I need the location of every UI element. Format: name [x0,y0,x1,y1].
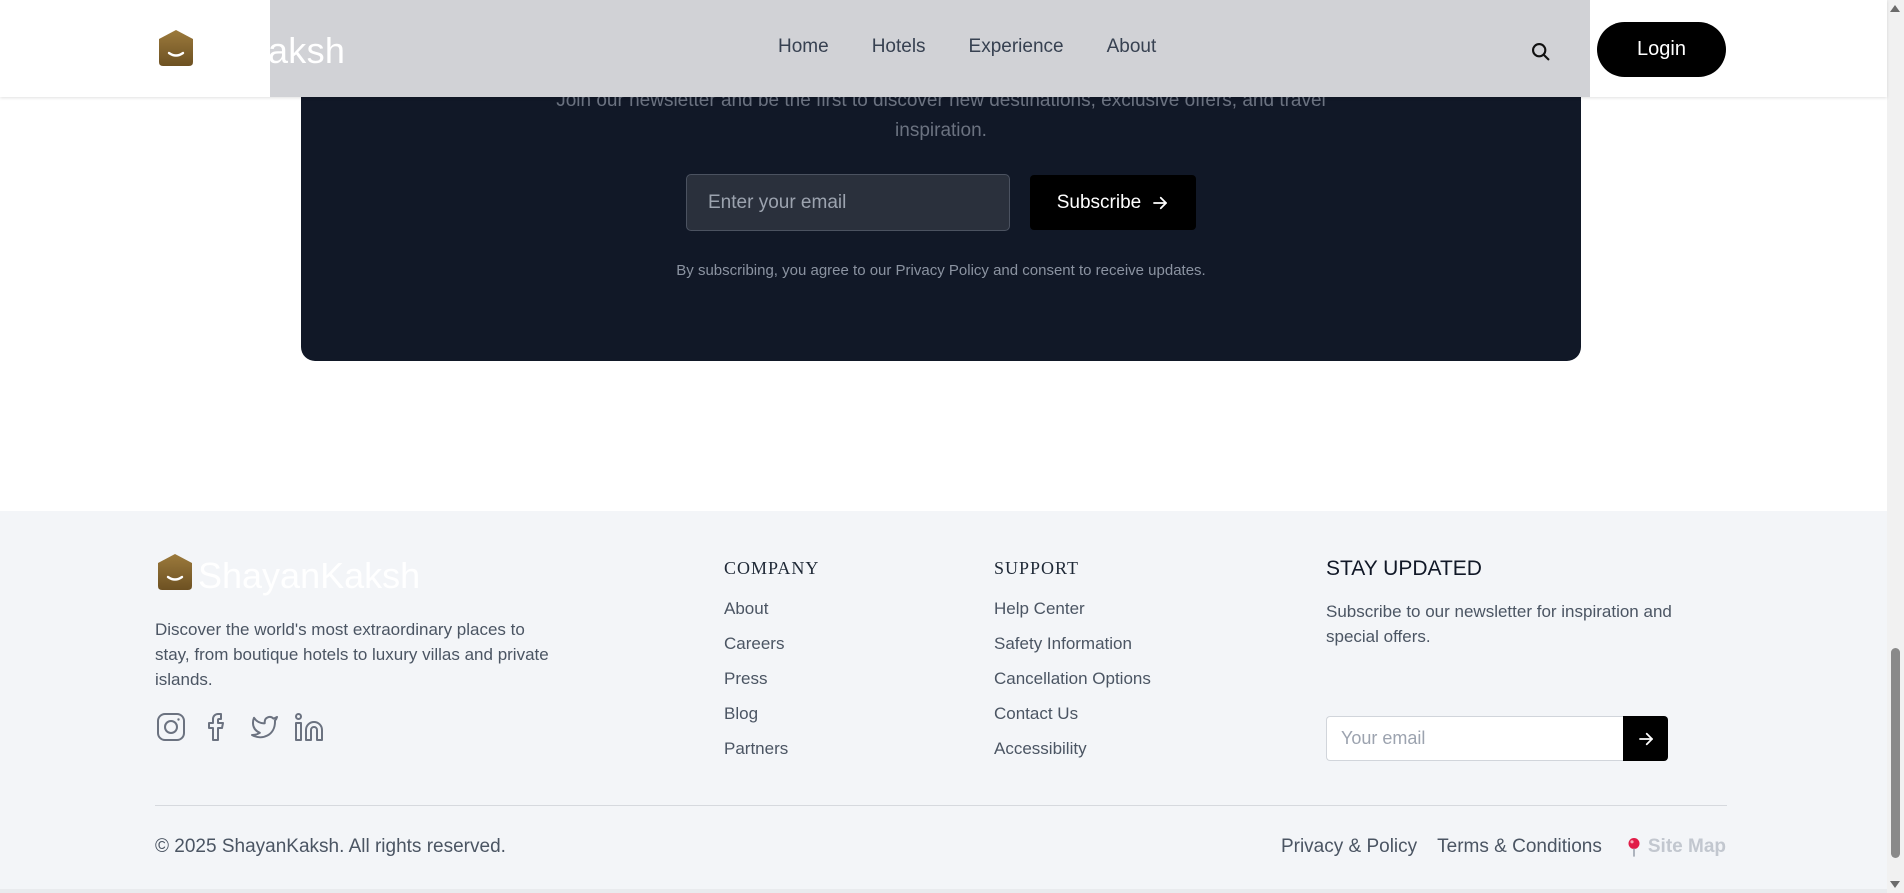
nav-experience[interactable]: Experience [969,36,1064,58]
social-links [155,711,325,743]
footer-subscribe-button[interactable] [1623,716,1668,761]
stay-updated-heading: STAY UPDATED [1326,557,1482,580]
footer-stay-updated: STAY UPDATED Subscribe to our newsletter… [1326,557,1726,767]
scroll-down-arrow-icon[interactable] [1890,881,1900,888]
footer-email-input[interactable] [1326,716,1623,761]
support-heading: SUPPORT [994,558,1079,578]
page-bottom-edge [0,889,1887,893]
footer-link-about[interactable]: About [724,597,819,620]
scroll-up-arrow-icon[interactable] [1890,5,1900,12]
footer-subscribe-form [1326,716,1668,761]
footer-link-partners[interactable]: Partners [724,737,819,760]
header-brand-name[interactable]: anKaksh [203,30,345,72]
footer-link-press[interactable]: Press [724,667,819,690]
facebook-icon[interactable] [201,711,233,743]
login-button[interactable]: Login [1597,22,1726,77]
footer-link-cancellation[interactable]: Cancellation Options [994,667,1151,690]
scrollbar-thumb[interactable] [1891,648,1900,858]
logo-mark-icon [158,554,192,590]
footer-link-accessibility[interactable]: Accessibility [994,737,1151,760]
copyright-text: © 2025 ShayanKaksh. All rights reserved. [155,836,506,857]
footer-link-contact[interactable]: Contact Us [994,702,1151,725]
main-nav: Home Hotels Experience About [778,36,1199,58]
map-pin-icon [1628,838,1640,857]
footer-link-blog[interactable]: Blog [724,702,819,725]
sitemap-label: Site Map [1647,836,1726,857]
search-button[interactable] [1528,39,1552,63]
legal-links: Privacy & Policy Terms & Conditions Site… [1261,836,1726,858]
search-icon [1531,42,1549,60]
twitter-icon[interactable] [247,711,279,743]
site-header: anKaksh Home Hotels Experience About Log… [0,0,1887,97]
linkedin-icon[interactable] [293,711,325,743]
footer-brand-name: ShayanKaksh [198,555,421,596]
vertical-scrollbar[interactable] [1887,0,1904,893]
footer-link-careers[interactable]: Careers [724,632,819,655]
sitemap-link[interactable]: Site Map [1626,836,1726,858]
logo-mark-icon [159,30,193,66]
newsletter-consent-note: By subscribing, you agree to our Privacy… [676,262,1206,279]
footer-link-help-center[interactable]: Help Center [994,597,1151,620]
footer-link-safety[interactable]: Safety Information [994,632,1151,655]
newsletter-email-input[interactable] [686,174,1010,231]
instagram-icon[interactable] [155,711,187,743]
footer-support-column: SUPPORT Help Center Safety Information C… [994,558,1151,772]
nav-home[interactable]: Home [778,36,829,58]
company-heading: COMPANY [724,558,820,578]
subscribe-button[interactable]: Subscribe [1030,175,1196,230]
footer-description: Discover the world's most extraordinary … [155,620,549,689]
nav-hotels[interactable]: Hotels [872,36,926,58]
arrow-right-icon [1153,196,1168,209]
nav-about[interactable]: About [1107,36,1157,58]
privacy-policy-link[interactable]: Privacy & Policy [1281,836,1417,858]
footer-divider [155,805,1727,806]
terms-link[interactable]: Terms & Conditions [1437,836,1602,858]
stay-updated-description: Subscribe to our newsletter for inspirat… [1326,602,1672,646]
footer-company-column: COMPANY About Careers Press Blog Partner… [724,558,819,772]
header-logo[interactable] [157,29,195,72]
arrow-right-icon [1638,732,1653,745]
subscribe-label: Subscribe [1056,191,1142,213]
footer-logo[interactable] [156,553,194,596]
site-footer: ShayanKaksh Discover the world's most ex… [0,511,1887,893]
